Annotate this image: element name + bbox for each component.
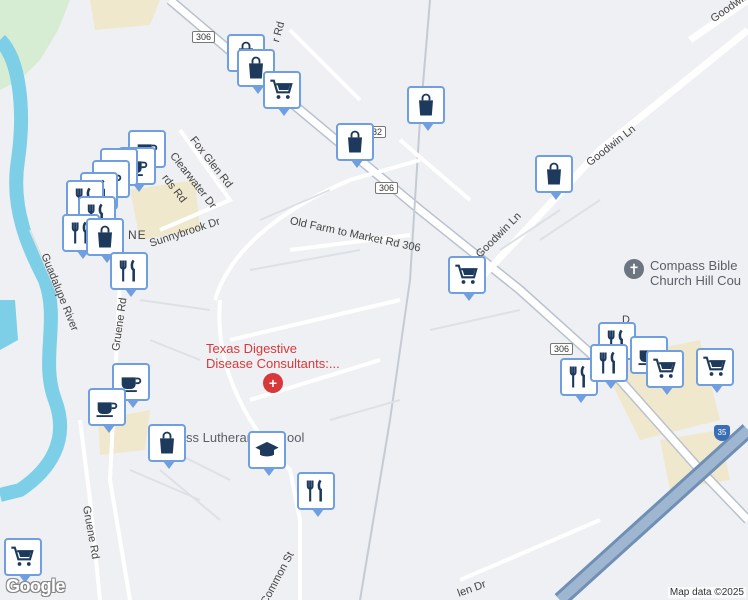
map-pin-cart[interactable] [263,71,301,116]
shopping-bag-icon [153,429,181,457]
map-pin-bag[interactable] [407,86,445,131]
restaurant-icon [565,363,593,391]
poi-lutheran-school-line1: ss Lutheran [186,430,254,445]
poi-compass-bible[interactable]: Compass Bible Church Hill Cou [650,258,741,288]
shopping-bag-icon [341,128,369,156]
map-pin-cart[interactable] [696,348,734,393]
shopping-cart-icon [651,355,679,383]
cafe-icon [93,393,121,421]
restaurant-icon [595,349,623,377]
route-shield-306-top: 306 [192,31,216,43]
shopping-cart-icon [701,353,729,381]
map-base [0,0,748,600]
map-pin-fork[interactable] [590,344,628,389]
restaurant-icon [115,257,143,285]
map-canvas[interactable]: Goodwin Ln Goodwin Ln Goodwin Fox Glen R… [0,0,748,600]
area-label-ne: NE [128,228,147,242]
poi-compass-line1: Compass Bible [650,258,738,273]
map-attribution[interactable]: Map data ©2025 [667,587,746,598]
map-pin-fork[interactable] [297,472,335,517]
church-icon[interactable]: ✝ [624,259,644,279]
map-pin-bag[interactable] [86,218,124,263]
map-pin-cup[interactable] [88,388,126,433]
interstate-shield-35: 35 [714,425,730,441]
poi-texas-digestive[interactable]: Texas Digestive Disease Consultants:... [206,341,340,371]
route-shield-306-mid: 306 [375,182,399,194]
poi-texas-digestive-line2: Disease Consultants:... [206,356,340,371]
restaurant-icon [302,477,330,505]
map-pin-bag[interactable] [148,424,186,469]
poi-compass-line2: Church Hill Cou [650,273,742,288]
google-logo: Google [6,576,66,596]
school-icon [253,436,281,464]
map-pin-cart[interactable] [4,538,42,583]
poi-lutheran-school-line2: ool [287,430,305,445]
poi-texas-digestive-line1: Texas Digestive [206,341,298,356]
shopping-bag-icon [91,223,119,251]
map-pin-school[interactable] [248,431,286,476]
shopping-cart-icon [453,261,481,289]
route-shield-306-right: 306 [550,343,574,355]
map-pin-cart[interactable] [448,256,486,301]
map-pin-fork[interactable] [110,252,148,297]
shopping-bag-icon [412,91,440,119]
map-pin-bag[interactable] [535,155,573,200]
map-pin-cart[interactable] [646,350,684,395]
shopping-bag-icon [540,160,568,188]
shopping-cart-icon [9,543,37,571]
map-pin-bag[interactable] [336,123,374,168]
hospital-icon[interactable]: + [263,373,283,393]
shopping-cart-icon [268,76,296,104]
